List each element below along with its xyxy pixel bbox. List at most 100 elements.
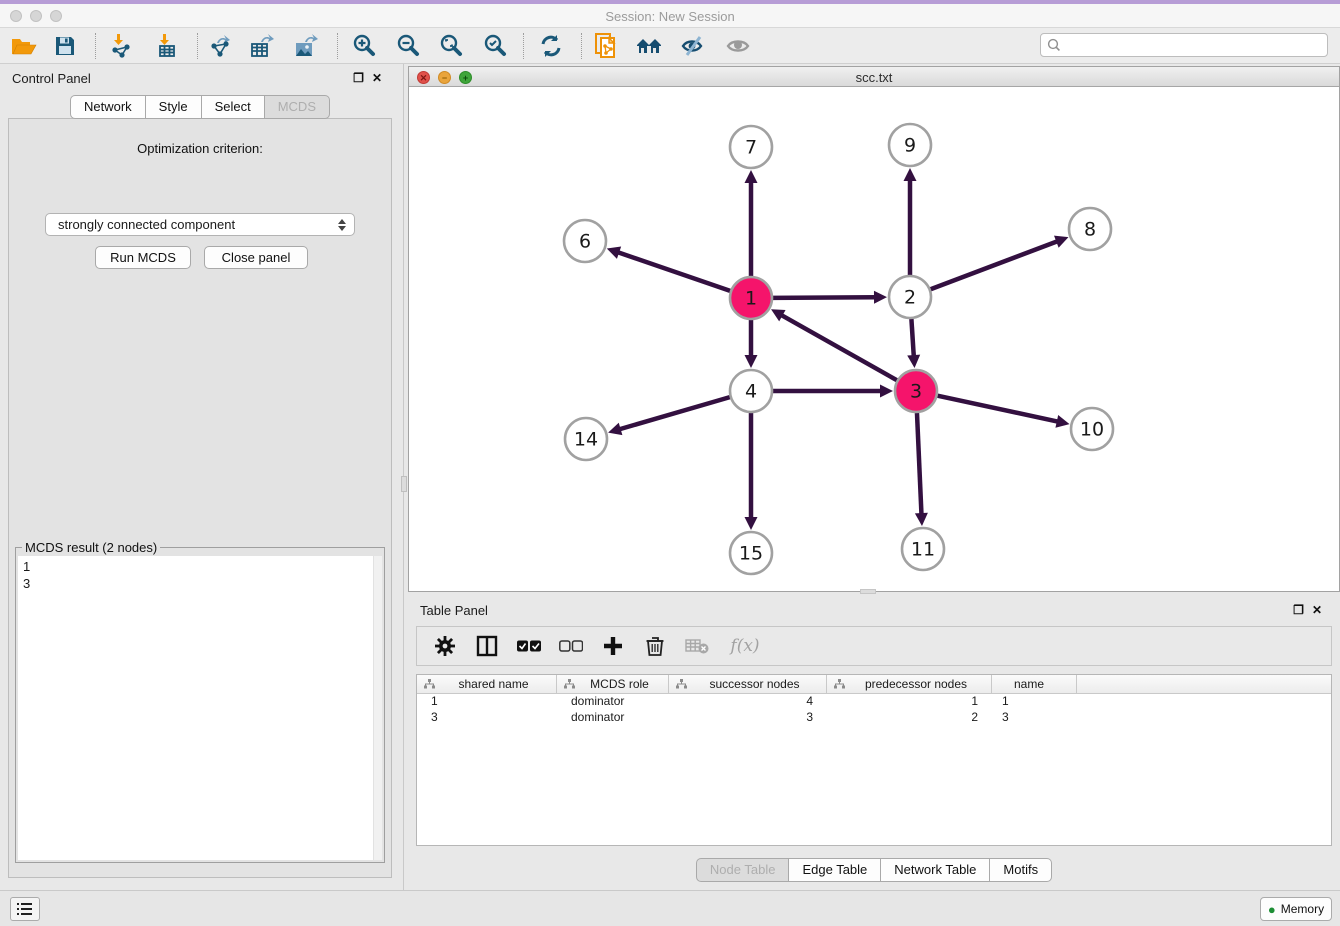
table-cell[interactable]: 1 bbox=[827, 694, 992, 710]
splitter-grip[interactable] bbox=[401, 476, 407, 492]
network-window-titlebar[interactable]: ✕ − + scc.txt bbox=[409, 67, 1339, 87]
graph-edge-4-14[interactable] bbox=[619, 397, 730, 429]
deselect-all-button[interactable] bbox=[557, 632, 585, 660]
tab-network[interactable]: Network bbox=[70, 95, 146, 119]
column-header-shared-name[interactable]: shared name bbox=[417, 675, 557, 693]
open-session-button[interactable] bbox=[6, 31, 42, 61]
table-cell[interactable]: 2 bbox=[827, 710, 992, 726]
search-input[interactable] bbox=[1065, 38, 1327, 52]
node-table: shared name MCDS role successor nodes pr… bbox=[416, 674, 1332, 846]
table-cell[interactable]: 1 bbox=[417, 694, 557, 710]
split-panel-icon bbox=[476, 635, 498, 657]
tab-select[interactable]: Select bbox=[202, 95, 265, 119]
zoom-fit-button[interactable] bbox=[433, 31, 469, 61]
table-cell[interactable]: 3 bbox=[669, 710, 827, 726]
export-image-button[interactable] bbox=[289, 31, 325, 61]
import-table-button[interactable] bbox=[149, 31, 185, 61]
horizontal-splitter-grip[interactable] bbox=[860, 589, 876, 594]
edge-arrowhead bbox=[1055, 415, 1069, 428]
export-table-button[interactable] bbox=[245, 31, 281, 61]
zoom-in-button[interactable] bbox=[346, 31, 382, 61]
tab-network-table[interactable]: Network Table bbox=[881, 858, 990, 882]
mcds-result-text[interactable]: 1 3 bbox=[18, 556, 382, 860]
vertical-splitter[interactable] bbox=[400, 64, 408, 890]
network-view-window: ✕ − + scc.txt 7968124314101511 bbox=[408, 66, 1340, 592]
import-network-button[interactable] bbox=[103, 31, 139, 61]
export-network-button[interactable] bbox=[203, 31, 239, 61]
status-bar: ● Memory bbox=[0, 890, 1340, 926]
table-panel-close-icon[interactable]: ✕ bbox=[1312, 603, 1330, 617]
search-field[interactable] bbox=[1040, 33, 1328, 57]
table-cell[interactable]: 3 bbox=[417, 710, 557, 726]
optimization-criterion-select[interactable]: strongly connected component bbox=[45, 213, 355, 236]
delete-table-button[interactable] bbox=[683, 632, 711, 660]
control-panel-close-icon[interactable]: ✕ bbox=[372, 71, 390, 85]
graph-edge-1-6[interactable] bbox=[617, 252, 730, 291]
function-builder-button[interactable]: f(x) bbox=[725, 632, 765, 660]
edge-arrowhead bbox=[874, 291, 887, 304]
show-graphics-details-button[interactable] bbox=[720, 31, 756, 61]
table-cell[interactable]: dominator bbox=[557, 694, 669, 710]
eye-slash-icon bbox=[680, 35, 706, 57]
column-header-name[interactable]: name bbox=[992, 675, 1077, 693]
hide-graphics-details-button[interactable] bbox=[675, 31, 711, 61]
show-all-networks-button[interactable] bbox=[632, 31, 668, 61]
column-header-predecessor-nodes[interactable]: predecessor nodes bbox=[827, 675, 992, 693]
table-cell[interactable]: dominator bbox=[557, 710, 669, 726]
graph-edge-2-3[interactable] bbox=[911, 319, 913, 357]
mcds-result-title: MCDS result (2 nodes) bbox=[22, 540, 160, 555]
export-network-icon bbox=[209, 34, 233, 58]
tab-node-table[interactable]: Node Table bbox=[696, 858, 790, 882]
graph-edge-3-11[interactable] bbox=[917, 413, 922, 515]
column-header-mcds-role[interactable]: MCDS role bbox=[557, 675, 669, 693]
graph-edge-3-10[interactable] bbox=[938, 396, 1059, 422]
column-panel-button[interactable] bbox=[473, 632, 501, 660]
control-panel-float-icon[interactable]: ❐ bbox=[353, 71, 372, 85]
export-table-icon bbox=[250, 34, 276, 58]
delete-column-button[interactable] bbox=[641, 632, 669, 660]
toolbar-separator bbox=[523, 33, 524, 59]
import-table-icon bbox=[155, 34, 179, 58]
edge-arrowhead bbox=[915, 513, 928, 526]
eye-icon bbox=[725, 35, 751, 57]
task-history-button[interactable] bbox=[10, 897, 40, 921]
tree-icon bbox=[424, 679, 435, 689]
graph-node-label: 14 bbox=[574, 429, 598, 451]
column-header-successor-nodes[interactable]: successor nodes bbox=[669, 675, 827, 693]
control-panel-title: Control Panel bbox=[12, 71, 91, 86]
tree-icon bbox=[564, 679, 575, 689]
table-cell[interactable]: 1 bbox=[992, 694, 1077, 710]
clone-network-button[interactable] bbox=[589, 31, 625, 61]
table-cell[interactable]: 3 bbox=[992, 710, 1077, 726]
table-body[interactable]: 1dominator4113dominator323 bbox=[417, 694, 1331, 726]
save-session-button[interactable] bbox=[47, 31, 83, 61]
graph-node-label: 6 bbox=[579, 231, 591, 253]
mcds-result-fieldset: MCDS result (2 nodes) 1 3 bbox=[15, 547, 385, 863]
select-all-button[interactable] bbox=[515, 632, 543, 660]
table-cell[interactable]: 4 bbox=[669, 694, 827, 710]
table-settings-button[interactable] bbox=[431, 632, 459, 660]
create-column-button[interactable] bbox=[599, 632, 627, 660]
graph-edge-2-8[interactable] bbox=[931, 241, 1059, 289]
table-panel-float-icon[interactable]: ❐ bbox=[1293, 603, 1312, 617]
zoom-in-icon bbox=[352, 34, 376, 58]
houses-icon bbox=[636, 35, 664, 57]
close-panel-button[interactable]: Close panel bbox=[204, 246, 308, 269]
network-canvas[interactable]: 7968124314101511 bbox=[409, 87, 1339, 591]
tab-style[interactable]: Style bbox=[146, 95, 202, 119]
edge-arrowhead bbox=[904, 168, 917, 181]
table-row[interactable]: 3dominator323 bbox=[417, 710, 1331, 726]
tab-motifs[interactable]: Motifs bbox=[990, 858, 1052, 882]
zoom-selected-button[interactable] bbox=[477, 31, 513, 61]
refresh-layout-button[interactable] bbox=[533, 31, 569, 61]
tab-mcds[interactable]: MCDS bbox=[265, 95, 330, 119]
graph-node-label: 11 bbox=[911, 539, 935, 561]
memory-button[interactable]: ● Memory bbox=[1260, 897, 1332, 921]
result-scrollbar[interactable] bbox=[373, 556, 382, 860]
run-mcds-button[interactable]: Run MCDS bbox=[95, 246, 191, 269]
table-row[interactable]: 1dominator411 bbox=[417, 694, 1331, 710]
graph-edge-1-2[interactable] bbox=[773, 297, 876, 298]
graph-edge-3-1[interactable] bbox=[781, 315, 897, 381]
zoom-out-button[interactable] bbox=[390, 31, 426, 61]
tab-edge-table[interactable]: Edge Table bbox=[789, 858, 881, 882]
